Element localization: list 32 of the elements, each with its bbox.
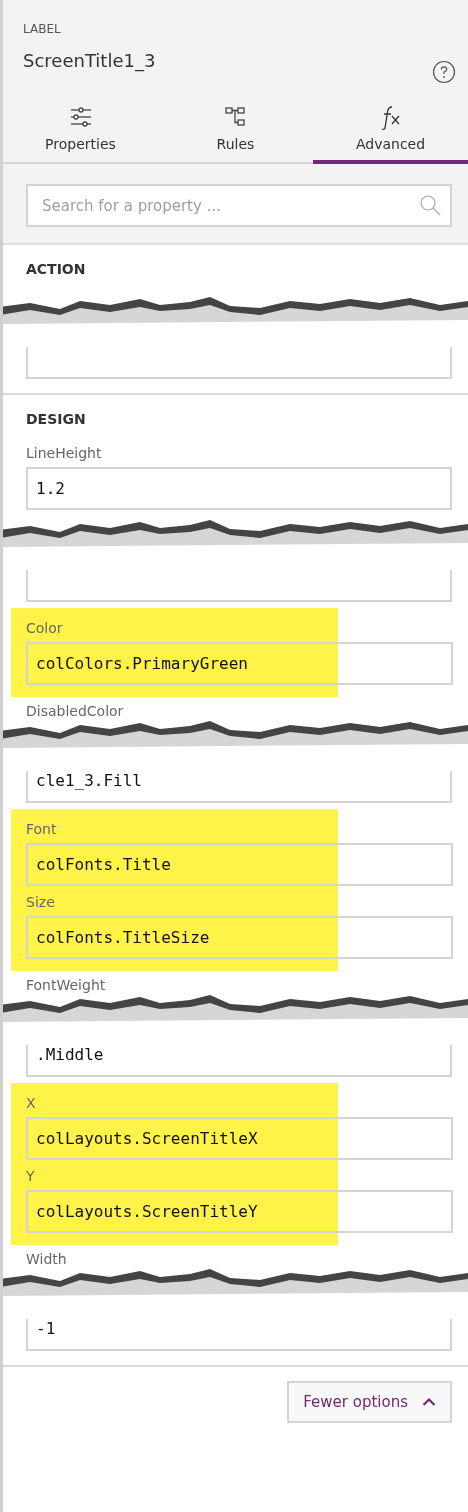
help-icon[interactable] <box>432 60 456 84</box>
property-field[interactable]: .Middle <box>26 1045 452 1077</box>
property-field[interactable] <box>26 570 452 602</box>
search-field[interactable]: Search for a property ... <box>26 184 452 227</box>
tab[interactable]: Advanced <box>313 98 468 164</box>
property-label: FontWeight <box>25 977 107 991</box>
tab[interactable]: Properties <box>3 98 158 164</box>
property-field[interactable]: cle1_3.Fill <box>26 771 452 803</box>
property-field[interactable]: colLayouts.ScreenTitleY <box>26 1190 453 1233</box>
chevron-up-icon <box>422 1397 436 1407</box>
tab[interactable]: Rules <box>158 98 313 164</box>
property-label: Font <box>26 821 58 837</box>
property-field[interactable]: -1 <box>26 1319 452 1351</box>
fewer-options-button[interactable]: Fewer options <box>287 1381 452 1423</box>
property-label: Color <box>26 620 64 636</box>
property-field[interactable]: colLayouts.ScreenTitleX <box>26 1117 453 1160</box>
property-field[interactable]: colFonts.TitleSize <box>26 916 453 959</box>
property-label: Size <box>26 894 56 910</box>
property-label: LineHeight <box>26 445 103 461</box>
property-field[interactable]: 1.2 <box>26 467 452 510</box>
property-label: X <box>26 1095 37 1111</box>
section-title: ACTION <box>25 261 87 277</box>
section-title: DESIGN <box>25 411 87 427</box>
control-name: ScreenTitle1_3 <box>23 50 156 71</box>
property-label: DisabledColor <box>25 703 125 717</box>
control-type: LABEL <box>23 22 62 36</box>
search-icon <box>418 193 442 217</box>
property-field[interactable]: colColors.PrimaryGreen <box>26 642 453 685</box>
property-label: Y <box>26 1168 36 1184</box>
property-label: Width <box>25 1251 68 1265</box>
property-field[interactable] <box>26 347 452 379</box>
property-field[interactable]: colFonts.Title <box>26 843 453 886</box>
